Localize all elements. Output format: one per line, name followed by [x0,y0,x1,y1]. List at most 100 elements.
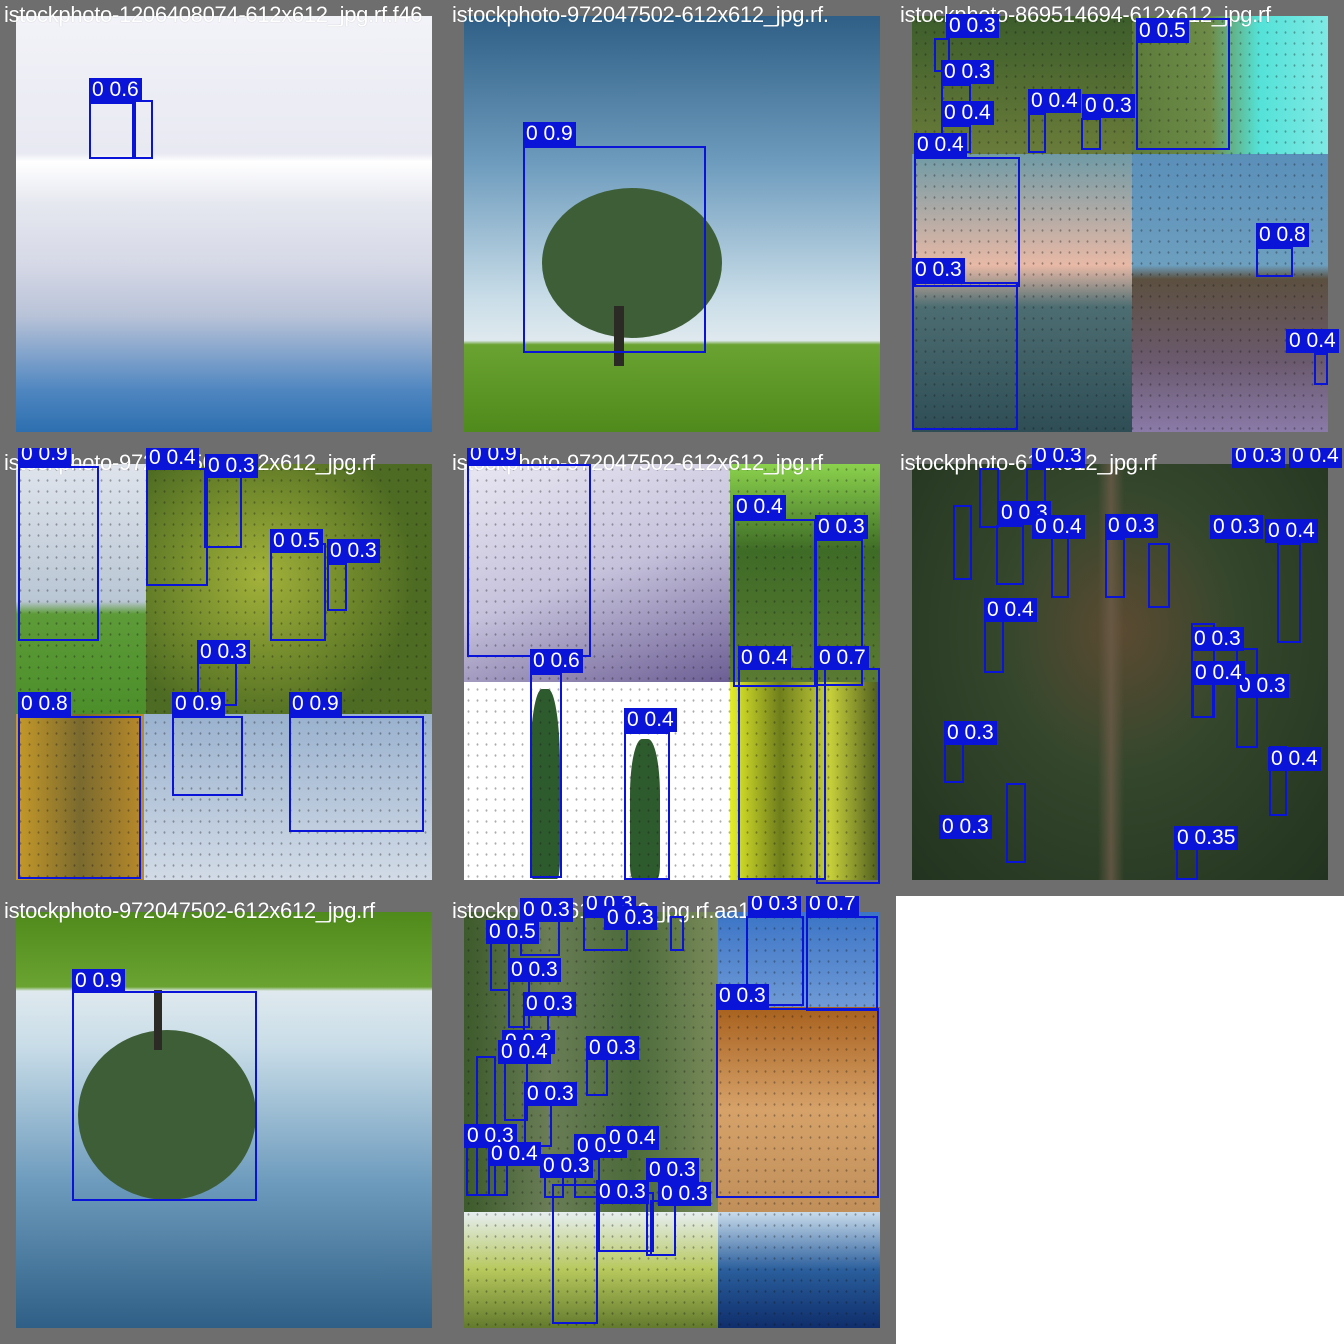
bounding-box [953,505,972,580]
box-label: 0 0.4 [1265,519,1318,543]
bounding-box [146,468,208,586]
bounding-box [806,916,878,1011]
box-label: 0 0.4 [1192,661,1245,685]
bounding-box [132,100,153,159]
box-label: 0 0.5 [270,529,323,553]
box-label: 0 0.3 [941,60,994,84]
bounding-box [289,716,424,832]
box-label: 0 0.4 [498,1040,551,1064]
bounding-box [1006,783,1026,863]
box-label: 0 0.3 [716,984,769,1008]
box-label: 0 0.3 [646,1158,699,1182]
bounding-box [716,1008,879,1198]
bounding-box [1176,848,1198,880]
bounding-box [467,464,591,657]
box-label: 0 0.4 [914,133,967,157]
box-label: 0 0.3 [604,906,657,930]
bounding-box [624,732,670,880]
bounding-box [490,941,510,991]
box-label: 0 0.9 [72,969,125,993]
bounding-box [1277,543,1301,643]
box-label: 0 0.3 [1032,448,1085,468]
box-label: 0 0.4 [1268,747,1321,771]
box-label: 0 0.9 [18,448,71,466]
mosaic-tile-4: istockphoto-972047502-612x612_jpg.rf 0 0… [0,448,448,896]
bounding-box [1314,353,1328,385]
box-label: 0 0.3 [946,14,999,38]
bounding-box [670,916,684,951]
box-label: 0 0.3 [1191,627,1244,651]
box-label: 0 0.4 [733,495,786,519]
tile-filename: istockphoto-972047502-612x612_jpg.rf. [452,2,829,27]
mosaic-tile-1: istockphoto-1206408074-612x612_jpg.rf.f4… [0,0,448,448]
tile-filename: istockphoto-972047502-612x612_jpg.rf [4,898,375,923]
mosaic-tile-2: istockphoto-972047502-612x612_jpg.rf. 0 … [448,0,896,448]
box-label: 0 0.5 [1136,19,1189,43]
box-label: 0 0.4 [941,101,994,125]
box-label: 0 0.4 [624,708,677,732]
box-label: 0 0.3 [596,1180,649,1204]
box-label: 0 0.4 [1028,89,1081,113]
bounding-box [530,673,562,878]
bounding-box [979,468,999,528]
box-label: 0 0.4 [1032,515,1085,539]
box-label: 0 0.8 [1256,223,1309,247]
box-label: 0 0.4 [984,598,1037,622]
box-label: 0 0.3 [1210,515,1263,539]
box-label: 0 0.3 [508,958,561,982]
box-label: 0 0.3 [748,896,801,916]
bounding-box [488,1164,508,1196]
box-label: 0 0.4 [738,646,791,670]
box-label: 0 0.3 [658,1182,711,1206]
box-label: 0 0.7 [816,646,869,670]
box-label: 0 0.4 [1286,329,1339,353]
mosaic-tile-6: istockphoto-612x612_jpg.rf 0 0.3 0 0.3 0… [896,448,1344,896]
bounding-box [1081,118,1101,150]
bounding-box [816,668,880,884]
bounding-box [552,1184,598,1324]
box-label: 0 0.3 [1105,514,1158,538]
box-label: 0 0.3 [327,539,380,563]
bounding-box [18,466,99,641]
box-label: 0 0.7 [806,896,859,916]
box-label: 0 0.5 [486,920,539,944]
bounding-box [996,525,1024,585]
bounding-box [912,282,1018,430]
bounding-box [650,1200,676,1256]
box-label: 0 0.9 [467,448,520,466]
box-label: 0 0.9 [523,122,576,146]
box-label: 0 0.3 [1232,448,1285,468]
bounding-box [18,716,141,879]
bounding-box [1105,538,1125,598]
snow-sky-image [16,16,432,432]
bounding-box [1148,543,1170,608]
box-label: 0 0.9 [172,692,225,716]
bounding-box [466,1146,490,1196]
box-label: 0 0.4 [488,1142,541,1166]
bounding-box [172,716,243,796]
bounding-box [523,146,706,353]
tile-filename: istockphoto-1206408074-612x612_jpg.rf.f4… [4,2,423,27]
box-label: 0 0.3 [197,640,250,664]
box-label: 0 0.8 [18,692,71,716]
box-label: 0 0.6 [89,78,142,102]
box-label: 0 0.3 [524,1082,577,1106]
bounding-box [327,563,347,611]
bounding-box [738,668,826,880]
box-label: 0 0.6 [530,649,583,673]
bounding-box [1256,247,1293,277]
box-label: 0 0.4 [146,448,199,470]
bounding-box [1028,113,1046,153]
box-label: 0 0.4 [606,1126,659,1150]
box-label: 0 0.3 [815,515,868,539]
bounding-box [89,102,136,159]
mosaic-tile-8: istockphoto-612x612_jpg.rf.aa1 0 0.3 0 0… [448,896,896,1344]
mosaic-tile-7: istockphoto-972047502-612x612_jpg.rf 0 0… [0,896,448,1344]
bounding-box [72,991,257,1201]
box-label: 0 0.3 [520,898,573,922]
box-label: 0 0.3 [944,721,997,745]
box-label: 0 0.3 [912,258,965,282]
box-label: 0 0.3 [939,815,992,839]
box-label: 0 0.3 [523,992,576,1016]
box-label: 0 0.3 [1082,94,1135,118]
